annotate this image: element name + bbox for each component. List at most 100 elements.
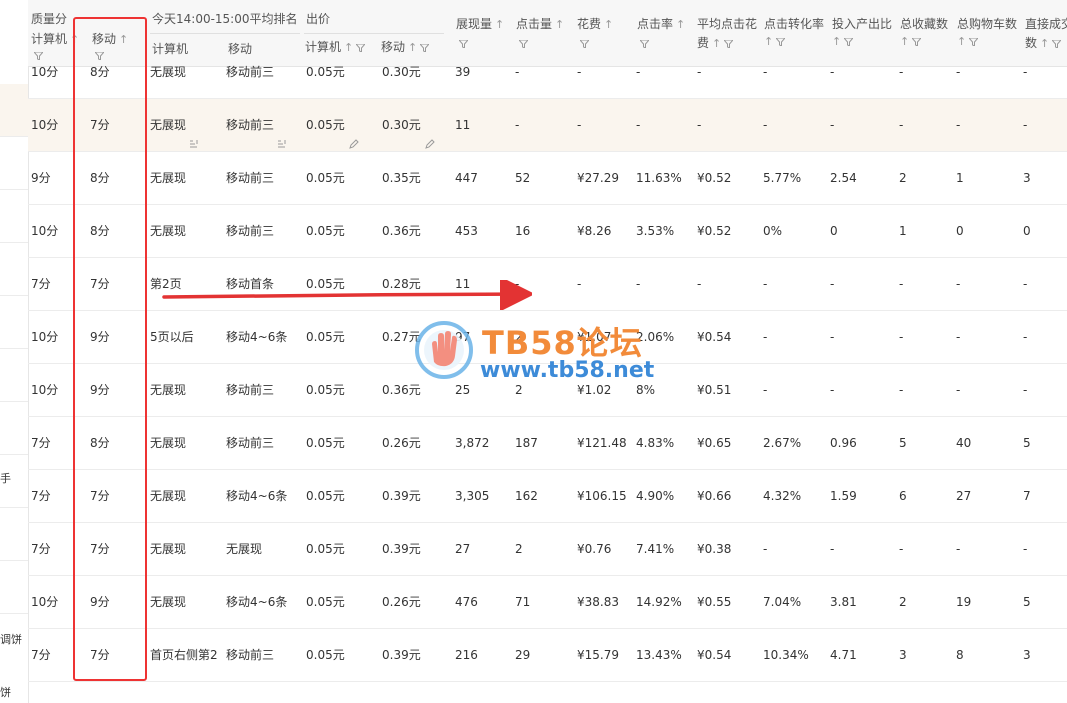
cell-bid-mobile: 0.30元	[382, 46, 421, 98]
cell-cart-value: -	[956, 118, 961, 132]
cell-ctr: -	[636, 46, 640, 98]
cell-favorites-value: -	[899, 65, 904, 79]
sort-arrow-icon[interactable]: ↑	[495, 18, 504, 31]
cell-bid-mobile: 0.26元	[382, 576, 421, 628]
cell-qs-mobile: 7分	[90, 523, 110, 575]
cell-cvr: -	[763, 258, 767, 310]
col-cost[interactable]: 花费 ↑	[577, 15, 613, 32]
cell-impressions: 39	[455, 46, 470, 98]
cell-bid-pc-value: 0.05元	[306, 330, 345, 344]
cell-direct-deals-value: -	[1023, 277, 1028, 291]
cell-qs-mobile-value: 7分	[90, 277, 110, 291]
table-row[interactable]: 7分 7分 第2页 移动首条 0.05元 0.28元 11 - - - - - - - - -	[28, 258, 1067, 311]
table-row[interactable]: 9分 8分 无展现 移动前三 0.05元 0.35元 447 52 ¥27.29 11.63% ¥0…	[28, 152, 1067, 205]
cell-bid-mobile: 0.35元	[382, 152, 421, 204]
cell-rank-pc: 无展现	[150, 417, 186, 469]
rank-list-icon[interactable]	[189, 120, 200, 148]
cell-avg-cpc-value: -	[697, 118, 702, 132]
cell-direct-deals-value: 5	[1023, 436, 1031, 450]
cell-bid-pc-value: 0.05元	[306, 436, 345, 450]
cell-cost-value: ¥38.83	[577, 595, 619, 609]
filter-icon[interactable]	[844, 37, 854, 46]
cell-bid-mobile: 0.39元	[382, 470, 421, 522]
cell-direct-deals-value: -	[1023, 118, 1028, 132]
filter-icon[interactable]	[776, 37, 786, 46]
col-qs-pc-label: 计算机	[31, 32, 68, 46]
cell-rank-mobile-value: 移动前三	[226, 118, 275, 132]
left-strip-divider	[0, 242, 28, 243]
col-cart: 总购物车数	[957, 17, 1018, 31]
cell-cart-value: -	[956, 383, 961, 397]
cell-roi-value: 0	[830, 224, 838, 238]
sort-arrow-icon[interactable]: ↑	[604, 18, 613, 31]
cell-roi: -	[830, 523, 834, 575]
cell-impressions: 3,305	[455, 470, 489, 522]
cell-roi-value: 2.54	[830, 171, 857, 185]
cell-cart-value: -	[956, 330, 961, 344]
cell-cvr: -	[763, 46, 767, 98]
col-bid-group: 出价	[306, 12, 331, 26]
col-qs-mobile[interactable]: 移动 ↑	[92, 30, 128, 47]
cell-impressions-value: 11	[455, 277, 471, 291]
edit-pencil-icon[interactable]	[424, 120, 435, 149]
col-clicks[interactable]: 点击量 ↑	[516, 15, 564, 32]
table-row[interactable]: 7分 8分 无展现 移动前三 0.05元 0.26元 3,872 187 ¥121.48 4.83…	[28, 417, 1067, 470]
cell-cart: -	[956, 523, 960, 575]
cell-roi-value: -	[830, 542, 835, 556]
cell-rank-pc-value: 无展现	[150, 118, 187, 132]
cell-ctr-value: 4.90%	[636, 489, 675, 503]
table-row[interactable]: 10分 8分 无展现 移动前三 0.05元 0.30元 39 - - - - - - - - -	[28, 46, 1067, 99]
cell-rank-mobile-value: 移动4~6条	[226, 489, 288, 503]
cell-ctr: 4.90%	[636, 470, 674, 522]
cell-roi-value: -	[830, 330, 835, 344]
cell-clicks: 52	[515, 152, 530, 204]
cell-bid-mobile-value: 0.26元	[382, 595, 421, 609]
col-qs-pc[interactable]: 计算机 ↑	[31, 30, 79, 47]
edit-pencil-icon[interactable]	[348, 120, 359, 149]
sort-arrow-icon[interactable]: ↑	[555, 18, 564, 31]
table-row[interactable]: 10分 7分 无展现 移动前三 0.05元 0.30元 11 - - - - - - - - -	[28, 99, 1067, 152]
cell-cost-value: -	[577, 65, 582, 79]
cell-rank-pc: 无展现	[150, 152, 186, 204]
cell-impressions: 97	[455, 311, 470, 363]
sort-arrow-icon[interactable]: ↑	[676, 18, 685, 31]
cell-qs-pc: 10分	[31, 576, 58, 628]
cell-cart-value: 0	[956, 224, 964, 238]
rank-list-icon[interactable]	[277, 120, 288, 148]
sort-arrow-icon[interactable]: ↑	[119, 33, 128, 46]
filter-icon[interactable]	[969, 37, 979, 46]
cell-direct-deals-value: 0	[1023, 224, 1031, 238]
cell-qs-pc: 10分	[31, 46, 58, 98]
cell-bid-mobile-value: 0.36元	[382, 383, 421, 397]
cell-favorites-value: -	[899, 542, 904, 556]
cell-cost: ¥27.29	[577, 152, 619, 204]
cell-avg-cpc: -	[697, 46, 701, 98]
col-avg-cpc: 平均点击花	[697, 17, 758, 31]
table-row[interactable]: 7分 7分 无展现 移动4~6条 0.05元 0.39元 3,305 162 ¥106.15 4.…	[28, 470, 1067, 523]
filter-icon[interactable]	[912, 37, 922, 46]
cell-roi-value: -	[830, 277, 835, 291]
table-row[interactable]: 10分 8分 无展现 移动前三 0.05元 0.36元 453 16 ¥8.26 3.53% ¥0.…	[28, 205, 1067, 258]
cell-qs-pc: 10分	[31, 311, 58, 363]
sort-arrow-icon[interactable]: ↑	[70, 33, 79, 46]
table-row[interactable]: 7分 7分 无展现 无展现 0.05元 0.39元 27 2 ¥0.76 7.41% ¥0.38 - -…	[28, 523, 1067, 576]
cell-bid-pc-value: 0.05元	[306, 542, 345, 556]
cell-qs-pc-value: 10分	[31, 330, 59, 344]
cell-direct-deals: 7	[1023, 470, 1031, 522]
cell-cvr: -	[763, 99, 767, 151]
cell-favorites: 1	[899, 205, 907, 257]
cell-cvr-value: -	[763, 330, 768, 344]
cell-cart: -	[956, 258, 960, 310]
cell-avg-cpc-value: ¥0.55	[697, 595, 732, 609]
table-row[interactable]: 10分 9分 5页以后 移动4~6条 0.05元 0.27元 97 2 ¥1.07 2.06% ¥0…	[28, 311, 1067, 364]
col-ctr[interactable]: 点击率 ↑	[637, 15, 685, 32]
cell-bid-pc-value: 0.05元	[306, 224, 345, 238]
left-strip-divider	[0, 295, 28, 296]
cell-cart: -	[956, 364, 960, 416]
table-row[interactable]: 10分 9分 无展现 移动4~6条 0.05元 0.26元 476 71 ¥38.83 14.92…	[28, 576, 1067, 629]
cell-favorites-value: -	[899, 383, 904, 397]
col-impressions[interactable]: 展现量 ↑	[456, 15, 504, 32]
table-row[interactable]: 7分 7分 首页右侧第2 移动前三 0.05元 0.39元 216 29 ¥15.79 13.43…	[28, 629, 1067, 682]
table-row[interactable]: 10分 9分 无展现 移动前三 0.05元 0.36元 25 2 ¥1.02 8% ¥0.51 - - -…	[28, 364, 1067, 417]
cell-cart-value: 27	[956, 489, 972, 503]
